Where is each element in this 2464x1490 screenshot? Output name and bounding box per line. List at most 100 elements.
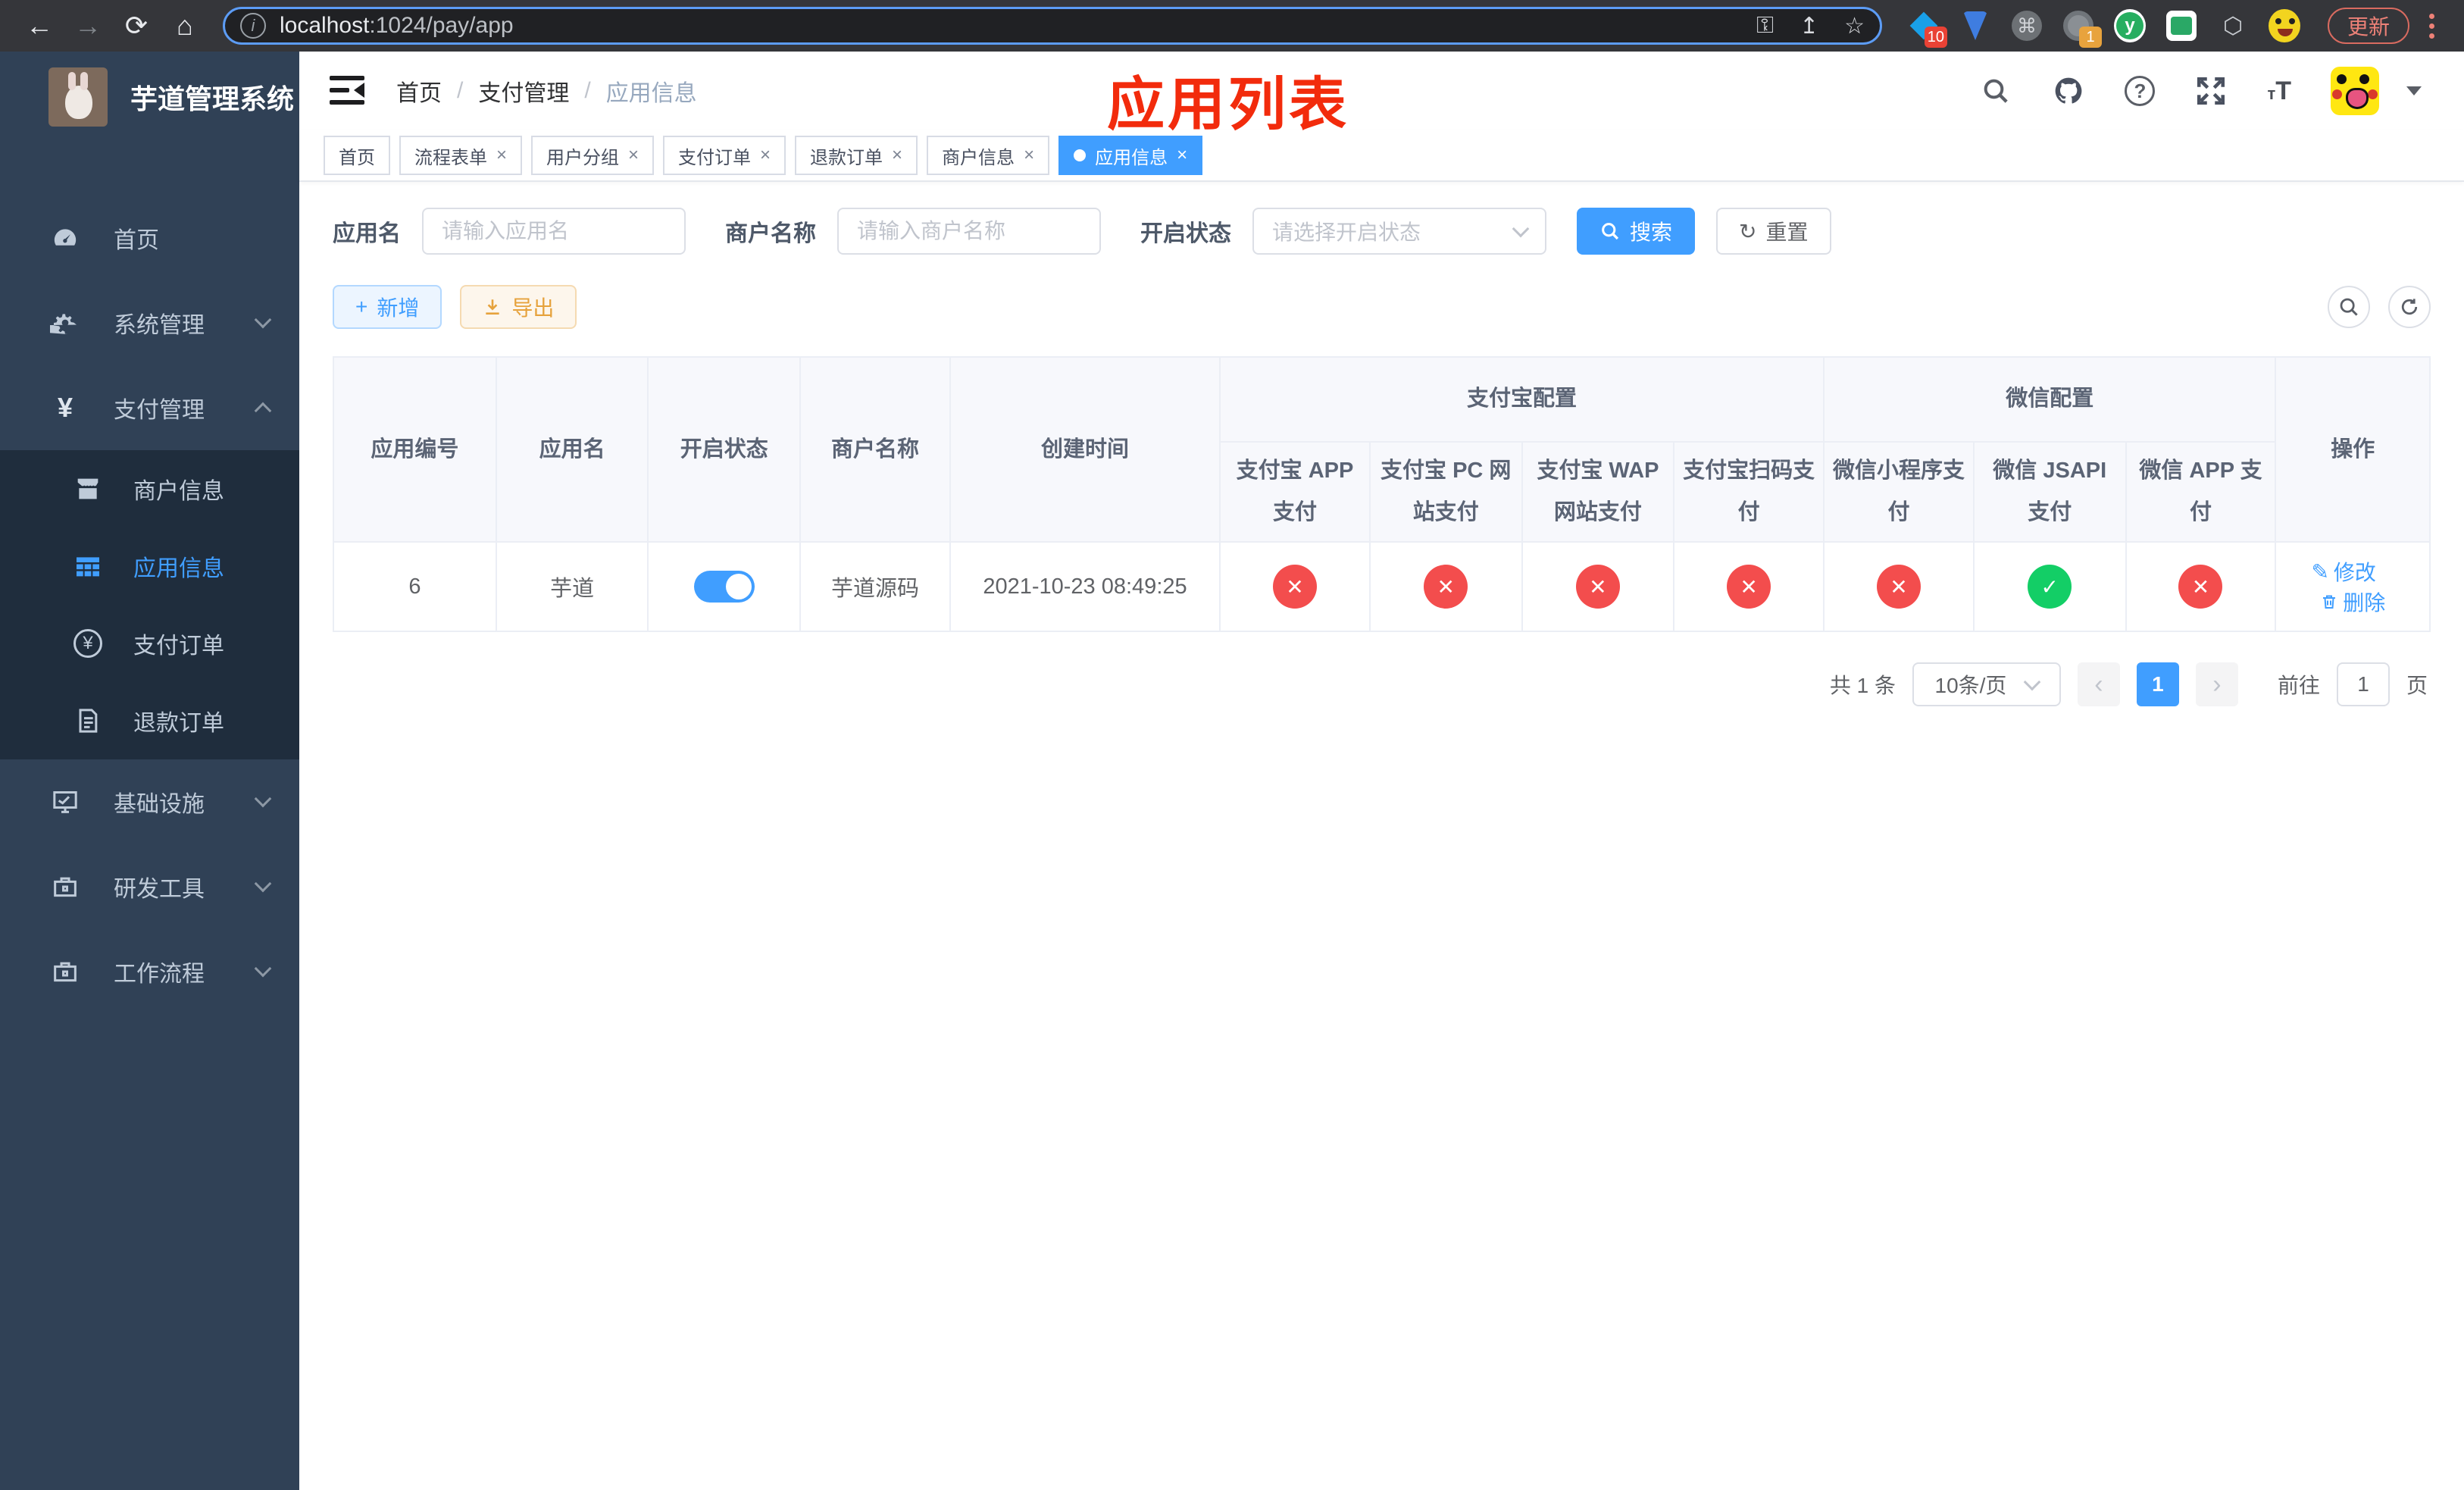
sidebar-item-pay-orders[interactable]: ¥ 支付订单 xyxy=(0,605,299,682)
url-text[interactable]: localhost:1024/pay/app xyxy=(280,13,514,39)
col-status: 开启状态 xyxy=(647,355,802,543)
browser-toolbar: ← → ⟳ ⌂ i localhost:1024/pay/app ⚿ ↥ ☆ 1… xyxy=(0,0,2464,52)
share-icon[interactable]: ↥ xyxy=(1800,13,1818,39)
extension-y-icon[interactable]: y xyxy=(2114,9,2146,42)
tag-merchant-info[interactable]: 商户信息 × xyxy=(927,136,1050,175)
sidebar: 芋道管理系统 首页 系统管理 ¥ 支付管理 商户信息 应用信息 ¥ 支付订单 退… xyxy=(0,52,299,1490)
forward-icon[interactable]: → xyxy=(67,5,109,47)
password-key-icon[interactable]: ⚿ xyxy=(1756,13,1774,39)
toolbar: + 新增 导出 xyxy=(333,285,2431,329)
group-wechat-config: 微信配置 xyxy=(1823,356,2277,443)
tag-process-form[interactable]: 流程表单 × xyxy=(399,136,523,175)
col-app-name: 应用名 xyxy=(495,355,649,543)
bookmark-star-icon[interactable]: ☆ xyxy=(1844,13,1865,39)
font-size-icon[interactable]: тT xyxy=(2267,77,2291,106)
app-name-input[interactable] xyxy=(422,208,686,255)
delete-link[interactable]: 删除 xyxy=(2320,587,2385,617)
page-1-button[interactable]: 1 xyxy=(2136,662,2179,707)
extensions-puzzle-icon[interactable]: ⬡ xyxy=(2217,10,2249,42)
close-icon[interactable]: × xyxy=(760,145,771,166)
refresh-button[interactable] xyxy=(2388,286,2431,328)
reset-button[interactable]: ↻ 重置 xyxy=(1716,208,1831,255)
col-wechat-jsapi: 微信 JSAPI 支付 xyxy=(1972,440,2127,543)
github-icon[interactable] xyxy=(2052,74,2085,108)
user-avatar[interactable] xyxy=(2331,67,2379,115)
sidebar-item-home[interactable]: 首页 xyxy=(0,196,299,280)
edit-link[interactable]: ✎ 修改 xyxy=(2311,556,2375,587)
extension-chat-icon[interactable] xyxy=(2165,10,2197,42)
chevron-down-icon xyxy=(254,311,272,329)
search-button[interactable]: 搜索 xyxy=(1577,208,1696,255)
tag-pay-orders[interactable]: 支付订单 × xyxy=(663,136,786,175)
extension-diamond-icon[interactable]: 10 xyxy=(1908,10,1947,48)
sidebar-item-refund-orders[interactable]: 退款订单 xyxy=(0,682,299,759)
page-caption: 应用列表 xyxy=(1107,73,1349,137)
tag-user-group[interactable]: 用户分组 × xyxy=(531,136,655,175)
breadcrumb-home[interactable]: 首页 xyxy=(396,74,442,108)
cell-merchant: 芋道源码 xyxy=(799,541,951,633)
tag-home[interactable]: 首页 xyxy=(324,136,390,175)
table-row: 6 芋道 芋道源码 2021-10-23 08:49:25 ✕ ✕ ✕ ✕ ✕ … xyxy=(333,541,2431,633)
download-icon xyxy=(486,299,500,315)
prev-page-button[interactable]: ‹ xyxy=(2077,662,2120,707)
extensions-area: 10 ⌘ 1 y ⬡ xyxy=(1908,9,2300,48)
merchant-name-label: 商户名称 xyxy=(725,221,816,246)
tag-app-info[interactable]: 应用信息 × xyxy=(1058,136,1203,175)
app-logo[interactable]: 芋道管理系统 xyxy=(0,52,299,142)
search-icon[interactable] xyxy=(1979,74,2012,108)
col-wechat-mini: 微信小程序支付 xyxy=(1823,440,1975,543)
address-bar[interactable]: i localhost:1024/pay/app ⚿ ↥ ☆ xyxy=(223,7,1882,45)
chevron-up-icon xyxy=(254,402,272,420)
col-alipay-wap: 支付宝 WAP 网站支付 xyxy=(1521,440,1675,543)
sidebar-item-app-info[interactable]: 应用信息 xyxy=(0,527,299,605)
extension-kite-icon[interactable] xyxy=(1959,10,1991,42)
chevron-down-icon xyxy=(1512,220,1530,238)
col-actions: 操作 xyxy=(2275,355,2431,543)
fullscreen-icon[interactable] xyxy=(2194,74,2228,108)
refresh-icon: ↻ xyxy=(1739,219,1757,243)
sidebar-item-payment[interactable]: ¥ 支付管理 xyxy=(0,365,299,450)
close-icon[interactable]: × xyxy=(628,145,639,166)
close-icon[interactable]: × xyxy=(1024,145,1034,166)
status-toggle[interactable] xyxy=(693,571,755,603)
status-select[interactable]: 请选择开启状态 xyxy=(1252,208,1546,255)
export-button[interactable]: 导出 xyxy=(460,285,577,329)
site-info-icon[interactable]: i xyxy=(240,13,266,39)
back-icon[interactable]: ← xyxy=(18,5,61,47)
profile-avatar-icon[interactable] xyxy=(2269,9,2300,42)
close-icon[interactable]: × xyxy=(496,145,507,166)
reload-icon[interactable]: ⟳ xyxy=(115,5,158,47)
add-button[interactable]: + 新增 xyxy=(333,285,442,329)
close-icon[interactable]: × xyxy=(1177,145,1187,166)
col-wechat-app: 微信 APP 支付 xyxy=(2125,440,2277,543)
sidebar-item-workflow[interactable]: 工作流程 xyxy=(0,929,299,1014)
sidebar-item-infrastructure[interactable]: 基础设施 xyxy=(0,759,299,844)
col-merchant: 商户名称 xyxy=(799,355,951,543)
sidebar-item-dev-tools[interactable]: 研发工具 xyxy=(0,844,299,929)
goto-page-input[interactable] xyxy=(2336,662,2390,707)
dashboard-icon xyxy=(48,221,82,255)
avatar-caret-icon[interactable] xyxy=(2406,86,2422,95)
chrome-update-button[interactable]: 更新 xyxy=(2328,8,2410,44)
cell-created: 2021-10-23 08:49:25 xyxy=(949,541,1221,633)
col-alipay-pc: 支付宝 PC 网站支付 xyxy=(1368,440,1523,543)
tag-refund-orders[interactable]: 退款订单 × xyxy=(795,136,918,175)
home-icon[interactable]: ⌂ xyxy=(164,5,206,47)
page-size-select[interactable]: 10条/页 xyxy=(1912,662,2061,707)
cell-app-id: 6 xyxy=(333,541,497,633)
extension-command-icon[interactable]: ⌘ xyxy=(2011,10,2043,42)
toggle-search-button[interactable] xyxy=(2328,286,2370,328)
col-alipay-qr: 支付宝扫码支付 xyxy=(1673,440,1825,543)
sidebar-item-merchant-info[interactable]: 商户信息 xyxy=(0,450,299,527)
plus-icon: + xyxy=(355,295,368,318)
sidebar-collapse-icon[interactable] xyxy=(330,73,366,109)
merchant-name-input[interactable] xyxy=(837,208,1101,255)
close-icon[interactable]: × xyxy=(892,145,902,166)
breadcrumb-payment[interactable]: 支付管理 xyxy=(478,74,569,108)
next-page-button[interactable]: › xyxy=(2195,662,2238,707)
help-icon[interactable]: ? xyxy=(2125,76,2156,106)
app-title: 芋道管理系统 xyxy=(130,83,295,114)
browser-menu-icon[interactable] xyxy=(2429,13,2435,39)
extension-recorder-icon[interactable]: 1 xyxy=(2062,10,2102,48)
sidebar-item-system[interactable]: 系统管理 xyxy=(0,280,299,365)
